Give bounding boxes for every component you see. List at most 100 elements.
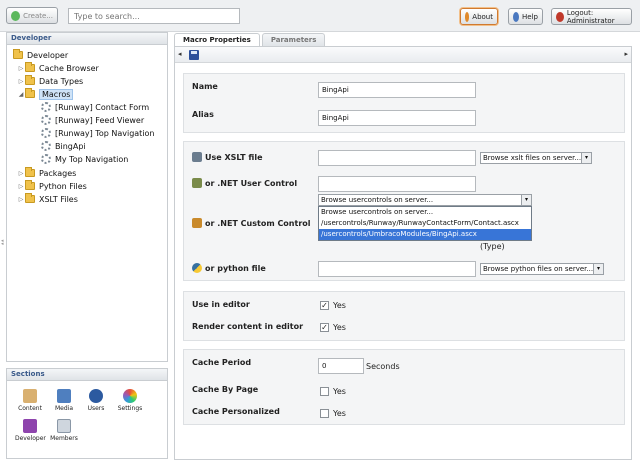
python-label: or python file	[192, 263, 266, 273]
help-button[interactable]: Help	[508, 8, 543, 25]
use-in-editor-yes: Yes	[333, 301, 346, 310]
cache-section: Cache Period 0 Seconds Cache By Page Yes…	[183, 349, 625, 425]
tree-root[interactable]: Developer	[13, 49, 68, 61]
name-input[interactable]: BingApi	[318, 82, 476, 98]
users-icon	[89, 389, 103, 403]
tree-panel: Developer Developer ▷ Cache Browser ▷ Da…	[6, 32, 168, 362]
tree-item-macro[interactable]: My Top Navigation	[41, 153, 128, 165]
section-media[interactable]: Media	[49, 389, 79, 412]
dropdown-option[interactable]: Browse usercontrols on server...	[319, 207, 531, 218]
scroll-left-icon[interactable]: ◂	[178, 50, 182, 58]
section-content[interactable]: Content	[15, 389, 45, 412]
python-icon	[192, 263, 202, 273]
developer-icon	[23, 419, 37, 433]
tab-macro-properties[interactable]: Macro Properties	[174, 33, 260, 46]
cache-by-page-yes: Yes	[333, 387, 346, 396]
help-icon	[513, 11, 520, 22]
sections-header: Sections	[7, 369, 167, 381]
tree-root-label: Developer	[27, 50, 69, 60]
render-checkbox[interactable]: ✓	[320, 323, 329, 332]
section-label: Users	[87, 405, 105, 412]
tree-item-macros[interactable]: ◢ Macros	[17, 88, 74, 100]
folder-icon	[25, 75, 35, 85]
save-icon[interactable]	[189, 50, 199, 60]
about-button[interactable]: About	[460, 8, 498, 25]
cache-personalized-label: Cache Personalized	[192, 407, 280, 416]
folder-icon	[25, 167, 35, 177]
tree-item-label: [Runway] Contact Form	[55, 102, 150, 112]
tree-item-label: Packages	[39, 168, 77, 178]
gear-icon	[41, 102, 51, 112]
dropdown-option-highlighted[interactable]: /usercontrols/UmbracoModules/BingApi.asc…	[319, 229, 531, 240]
expand-icon[interactable]: ▷	[17, 183, 25, 190]
dropdown-option[interactable]: /usercontrols/Runway/RunwayContactForm/C…	[319, 218, 531, 229]
cache-by-page-checkbox[interactable]	[320, 387, 329, 396]
section-users[interactable]: Users	[81, 389, 111, 412]
search-input[interactable]	[68, 8, 240, 24]
chevron-down-icon: ▾	[593, 264, 603, 274]
expand-icon[interactable]: ▷	[17, 65, 25, 72]
tree-item-macro[interactable]: [Runway] Feed Viewer	[41, 114, 144, 126]
tree-item-label: Macros	[39, 88, 74, 100]
python-input[interactable]	[318, 261, 476, 277]
tab-parameters[interactable]: Parameters	[261, 33, 326, 46]
gear-icon	[41, 141, 51, 151]
create-label: Create...	[23, 11, 53, 20]
cache-personalized-yes: Yes	[333, 409, 346, 418]
section-label: Developer	[15, 435, 46, 442]
tree-item-xslt-files[interactable]: ▷ XSLT Files	[17, 193, 78, 205]
expand-icon[interactable]: ▷	[17, 170, 25, 177]
gear-icon	[41, 115, 51, 125]
tree-item-macro[interactable]: BingApi	[41, 140, 86, 152]
expand-icon[interactable]: ▷	[17, 78, 25, 85]
folder-icon	[13, 49, 23, 59]
help-label: Help	[522, 12, 538, 21]
expand-icon[interactable]: ▷	[17, 196, 25, 203]
sections-panel: Sections Content Media Users Settings De…	[6, 368, 168, 459]
python-browse-select[interactable]: Browse python files on server... ▾	[480, 263, 604, 275]
members-icon	[57, 419, 71, 433]
type-label: (Type)	[480, 242, 505, 251]
tree-item-macro[interactable]: [Runway] Top Navigation	[41, 127, 155, 139]
gear-icon	[41, 154, 51, 164]
logout-button[interactable]: Logout: Administrator	[551, 8, 632, 25]
create-button[interactable]: Create...	[6, 7, 58, 24]
name-label: Name	[192, 82, 218, 91]
scroll-right-icon[interactable]: ▸	[624, 50, 628, 58]
tree-item-label: Data Types	[39, 76, 84, 86]
tree-item-label: Cache Browser	[39, 63, 99, 73]
alias-input[interactable]: BingApi	[318, 110, 476, 126]
tree-item-cache-browser[interactable]: ▷ Cache Browser	[17, 62, 99, 74]
section-settings[interactable]: Settings	[115, 389, 145, 412]
seconds-label: Seconds	[366, 362, 400, 371]
xslt-browse-value: Browse xslt files on server...	[483, 154, 582, 162]
info-icon	[465, 11, 470, 22]
editor-options-section: Use in editor ✓ Yes Render content in ed…	[183, 291, 625, 341]
custom-control-label: or .NET Custom Control	[192, 218, 311, 228]
tree-item-data-types[interactable]: ▷ Data Types	[17, 75, 83, 87]
usercontrol-browse-select[interactable]: Browse usercontrols on server... ▾	[318, 194, 532, 206]
section-members[interactable]: Members	[49, 419, 79, 442]
section-label: Media	[54, 405, 74, 412]
toolbar: ◂ ▸	[175, 47, 631, 63]
cache-period-input[interactable]: 0	[318, 358, 364, 374]
tree-item-packages[interactable]: ▷ Packages	[17, 167, 76, 179]
collapse-icon[interactable]: ◢	[17, 91, 25, 98]
xslt-input[interactable]	[318, 150, 476, 166]
plus-icon	[11, 10, 21, 21]
usercontrol-icon	[192, 178, 202, 188]
tree-item-macro[interactable]: [Runway] Contact Form	[41, 101, 149, 113]
cache-period-label: Cache Period	[192, 358, 252, 367]
xslt-browse-select[interactable]: Browse xslt files on server... ▾	[480, 152, 592, 164]
cache-by-page-label: Cache By Page	[192, 385, 259, 394]
chevron-down-icon: ▾	[581, 153, 591, 163]
about-label: About	[472, 12, 493, 21]
use-in-editor-checkbox[interactable]: ✓	[320, 301, 329, 310]
tree-header: Developer	[7, 33, 167, 45]
section-developer[interactable]: Developer	[15, 419, 46, 442]
panel-splitter[interactable]: ◂ ◂	[1, 239, 5, 247]
cache-personalized-checkbox[interactable]	[320, 409, 329, 418]
usercontrol-input[interactable]	[318, 176, 476, 192]
tree-item-python-files[interactable]: ▷ Python Files	[17, 180, 87, 192]
chevron-down-icon: ▾	[521, 195, 531, 205]
